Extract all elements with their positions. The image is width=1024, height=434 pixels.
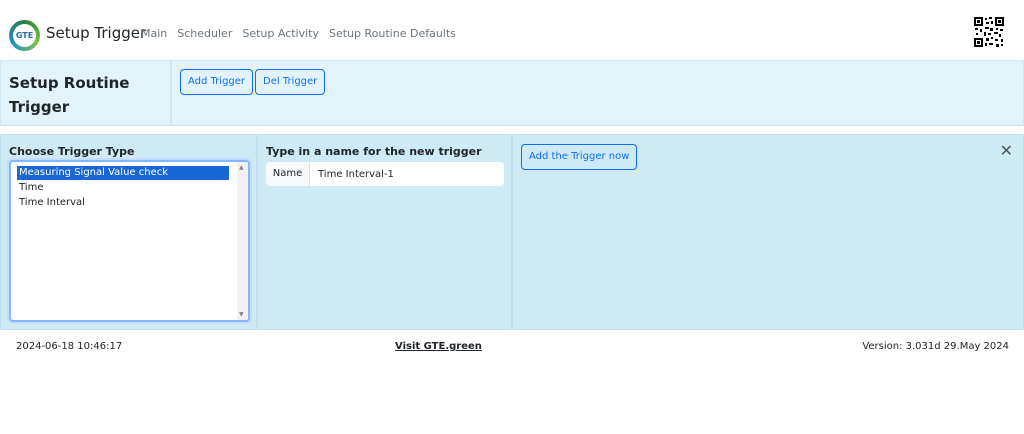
visit-gte-link[interactable]: Visit GTE.green bbox=[395, 341, 482, 352]
trigger-type-title: Choose Trigger Type bbox=[9, 145, 135, 158]
logo-text: GTE bbox=[13, 24, 36, 47]
name-label: Name bbox=[266, 162, 310, 186]
listbox-scrollbar[interactable]: ▲ ▼ bbox=[237, 162, 248, 320]
del-trigger-button[interactable]: Del Trigger bbox=[255, 69, 326, 95]
gte-logo-icon[interactable]: GTE bbox=[9, 20, 40, 51]
trigger-name-group: Name bbox=[266, 162, 504, 186]
app-title[interactable]: Setup Trigger bbox=[46, 24, 146, 42]
close-icon[interactable]: ✕ bbox=[1000, 141, 1013, 160]
scroll-down-icon[interactable]: ▼ bbox=[239, 311, 244, 318]
nav-link-main[interactable]: Main bbox=[141, 27, 167, 40]
header-row: Setup Routine Trigger Add Trigger Del Tr… bbox=[0, 60, 1024, 126]
footer-timestamp: 2024-06-18 10:46:17 bbox=[16, 341, 123, 352]
add-trigger-button[interactable]: Add Trigger bbox=[180, 69, 254, 95]
trigger-name-panel: Type in a name for the new trigger Name bbox=[257, 134, 512, 330]
trigger-actions: Add Trigger Del Trigger bbox=[171, 60, 1024, 126]
page-title: Setup Routine Trigger bbox=[9, 74, 130, 116]
trigger-type-panel: Choose Trigger Type Measuring Signal Val… bbox=[0, 134, 257, 330]
qr-code-icon[interactable] bbox=[973, 16, 1005, 48]
footer: 2024-06-18 10:46:17 Visit GTE.green Vers… bbox=[0, 337, 1024, 357]
footer-version: Version: 3.031d 29.May 2024 bbox=[862, 341, 1009, 352]
add-trigger-now-button[interactable]: Add the Trigger now bbox=[521, 144, 638, 170]
nav-link-setup-routine-defaults[interactable]: Setup Routine Defaults bbox=[329, 27, 456, 40]
nav-links: Main Scheduler Setup Activity Setup Rout… bbox=[141, 27, 456, 40]
trigger-type-option-measuring[interactable]: Measuring Signal Value check bbox=[17, 166, 229, 180]
trigger-panels: Choose Trigger Type Measuring Signal Val… bbox=[0, 134, 1024, 330]
navbar: GTE Setup Trigger Main Scheduler Setup A… bbox=[0, 0, 1024, 60]
trigger-name-title: Type in a name for the new trigger bbox=[266, 145, 482, 158]
page-title-box: Setup Routine Trigger bbox=[0, 60, 171, 126]
scroll-up-icon[interactable]: ▲ bbox=[239, 164, 244, 171]
trigger-type-option-time[interactable]: Time bbox=[19, 181, 43, 195]
trigger-type-option-time-interval[interactable]: Time Interval bbox=[19, 196, 85, 210]
trigger-name-input[interactable] bbox=[310, 162, 504, 186]
add-trigger-panel: Add the Trigger now ✕ bbox=[512, 134, 1024, 330]
trigger-type-listbox[interactable]: Measuring Signal Value check Time Time I… bbox=[9, 160, 250, 322]
nav-link-scheduler[interactable]: Scheduler bbox=[177, 27, 232, 40]
nav-link-setup-activity[interactable]: Setup Activity bbox=[242, 27, 319, 40]
